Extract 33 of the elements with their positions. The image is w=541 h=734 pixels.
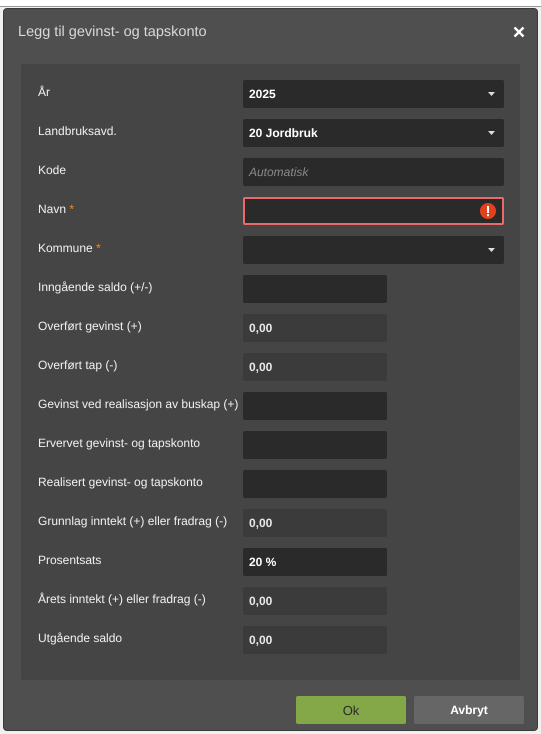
- input-field[interactable]: 20 %: [243, 548, 387, 576]
- field-label: Utgående saldo: [38, 631, 124, 647]
- field-label: Gevinst ved realisasjon av buskap (+): [38, 397, 240, 413]
- field-label: Kode: [38, 163, 68, 179]
- field-label: Navn *: [38, 202, 76, 218]
- field-label: År: [38, 85, 51, 101]
- input-field[interactable]: [243, 197, 504, 225]
- caret-icon: [488, 131, 495, 135]
- dropdown-field[interactable]: 20 Jordbruk: [243, 119, 504, 147]
- input-field[interactable]: Automatisk: [243, 158, 504, 186]
- field-label: Ervervet gevinst- og tapskonto: [38, 436, 202, 452]
- dropdown-field[interactable]: [243, 236, 504, 264]
- field-label: Inngående saldo (+/-): [38, 280, 154, 296]
- dropdown-field[interactable]: 2025: [243, 80, 504, 108]
- caret-icon: [488, 92, 495, 96]
- field-label: Realisert gevinst- og tapskonto: [38, 475, 204, 491]
- input-field[interactable]: [243, 470, 387, 498]
- ok-button[interactable]: Ok: [296, 696, 406, 724]
- cancel-button[interactable]: Avbryt: [414, 696, 524, 724]
- input-field[interactable]: [243, 392, 387, 420]
- error-icon: [480, 203, 496, 219]
- input-field[interactable]: [243, 431, 387, 459]
- close-icon[interactable]: [513, 26, 525, 38]
- input-field[interactable]: [243, 275, 387, 303]
- field-label: Overført tap (-): [38, 358, 118, 374]
- field-label: Grunnlag inntekt (+) eller fradrag (-): [38, 514, 228, 530]
- dialog-title: Legg til gevinst- og tapskonto: [18, 24, 207, 40]
- field-label: Landbruksavd.: [38, 124, 118, 140]
- field-label: Overført gevinst (+): [38, 319, 143, 335]
- field-label: Prosentsats: [38, 553, 102, 569]
- field-label: Årets inntekt (+) eller fradrag (-): [38, 592, 207, 608]
- caret-icon: [488, 248, 495, 252]
- field-label: Kommune *: [38, 241, 102, 257]
